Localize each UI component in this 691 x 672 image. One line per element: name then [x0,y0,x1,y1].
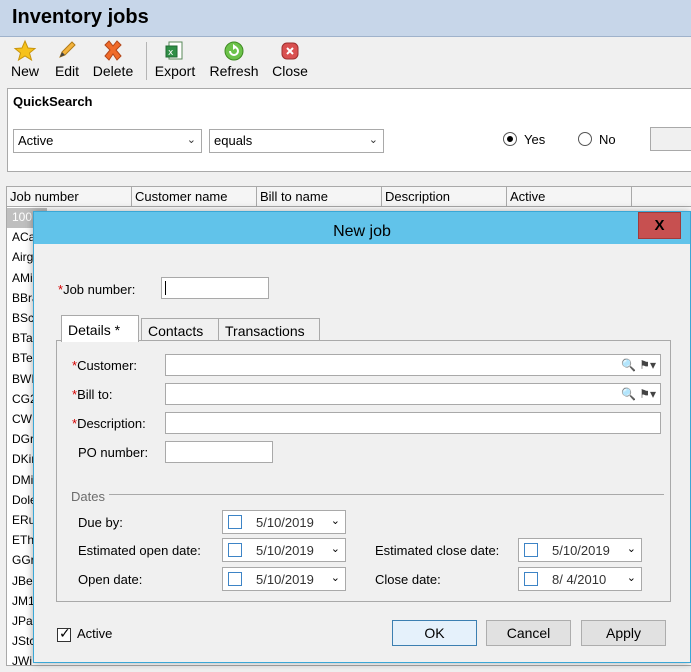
new-button[interactable]: New [8,39,42,83]
dialog-close-button[interactable]: X [638,212,681,239]
grid-header: Job number Customer name Bill to name De… [7,187,691,207]
search-icon[interactable]: 🔍 [621,387,636,401]
checkmark-icon: ✓ [59,625,71,641]
details-tab-panel [56,340,671,602]
chevron-down-icon: ⌄ [626,572,636,584]
chevron-down-icon: ⌄ [368,134,378,146]
edit-button[interactable]: Edit [50,39,84,83]
delete-button[interactable]: Delete [90,39,136,83]
active-checkbox[interactable]: ✓ [57,625,71,642]
delete-x-icon [90,39,136,63]
close-date-picker[interactable]: 8/ 4/2010 ⌄ [518,567,642,591]
description-input[interactable] [165,412,661,434]
chevron-down-icon: ⌄ [626,543,636,555]
due-by-enable-checkbox[interactable] [228,515,242,529]
ok-button[interactable]: OK [392,620,477,646]
column-header-description[interactable]: Description [382,187,507,207]
window-title-bar: Inventory jobs [0,0,691,37]
radio-no[interactable]: No [578,132,616,147]
estimated-close-date-picker[interactable]: 5/10/2019 ⌄ [518,538,642,562]
quicksearch-operator-select[interactable]: equals ⌄ [209,129,384,153]
dates-section-label: Dates [71,489,105,504]
star-icon [8,39,42,63]
radio-no-indicator[interactable] [578,132,592,146]
cancel-button[interactable]: Cancel [486,620,571,646]
export-button[interactable]: x Export [152,39,198,83]
dialog-body: *Job number: Details * Contacts Transact… [39,244,685,658]
open-date-picker[interactable]: 5/10/2019 ⌄ [222,567,346,591]
apply-button[interactable]: Apply [581,620,666,646]
open-date-label: Open date: [78,572,143,587]
toolbar-separator [146,42,147,80]
dates-divider [109,494,664,495]
customer-input[interactable]: 🔍 ⚑▾ [165,354,661,376]
refresh-icon [208,39,260,63]
dialog-title: New job [333,223,391,240]
customer-label: *Customer: [72,358,138,373]
radio-yes[interactable]: Yes [503,132,545,147]
quicksearch-panel: QuickSearch Active ⌄ equals ⌄ Yes No [7,88,691,172]
job-number-input[interactable] [161,277,269,299]
close-date-label: Close date: [375,572,441,587]
estimated-close-enable-checkbox[interactable] [524,543,538,557]
quicksearch-field-select[interactable]: Active ⌄ [13,129,202,153]
excel-export-icon: x [152,39,198,63]
close-icon: X [654,217,665,234]
chevron-down-icon: ⌄ [330,515,340,527]
job-number-label: *Job number: [58,282,136,297]
tab-details[interactable]: Details * [61,315,139,342]
svg-text:x: x [168,48,174,58]
close-circle-icon [270,39,310,63]
column-header-customer-name[interactable]: Customer name [132,187,257,207]
window-title: Inventory jobs [12,6,149,28]
bill-to-input[interactable]: 🔍 ⚑▾ [165,383,661,405]
refresh-button[interactable]: Refresh [208,39,260,83]
due-by-date-picker[interactable]: 5/10/2019 ⌄ [222,510,346,534]
estimated-open-date-label: Estimated open date: [78,543,201,558]
flag-dropdown-icon[interactable]: ⚑▾ [639,387,656,401]
toolbar: New Edit Delete x Export Refresh Close [0,37,691,87]
estimated-close-date-label: Estimated close date: [375,543,500,558]
pencil-icon [50,39,84,63]
quicksearch-title: QuickSearch [13,94,93,109]
new-job-dialog: New job X *Job number: Details * Contact… [33,211,691,663]
tab-transactions[interactable]: Transactions [218,318,320,341]
column-header-job-number[interactable]: Job number [7,187,132,207]
dialog-title-bar: New job X [34,212,690,244]
estimated-open-enable-checkbox[interactable] [228,543,242,557]
column-header-active[interactable]: Active [507,187,632,207]
due-by-label: Due by: [78,515,123,530]
active-label: Active [77,626,113,641]
column-header-bill-to-name[interactable]: Bill to name [257,187,382,207]
po-number-label: PO number: [78,445,149,460]
estimated-open-date-picker[interactable]: 5/10/2019 ⌄ [222,538,346,562]
search-icon[interactable]: 🔍 [621,358,636,372]
quicksearch-value-input[interactable] [650,127,691,151]
po-number-input[interactable] [165,441,273,463]
chevron-down-icon: ⌄ [186,134,196,146]
chevron-down-icon: ⌄ [330,572,340,584]
close-button[interactable]: Close [270,39,310,83]
bill-to-label: *Bill to: [72,387,113,402]
open-date-enable-checkbox[interactable] [228,572,242,586]
text-cursor [165,281,166,295]
radio-yes-indicator[interactable] [503,132,517,146]
chevron-down-icon: ⌄ [330,543,340,555]
close-date-enable-checkbox[interactable] [524,572,538,586]
description-label: *Description: [72,416,146,431]
flag-dropdown-icon[interactable]: ⚑▾ [639,358,656,372]
